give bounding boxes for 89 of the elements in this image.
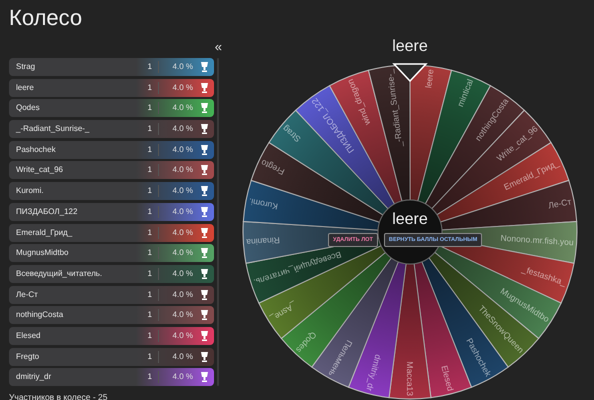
winner-name: leere bbox=[392, 37, 428, 56]
ticket-count: 1 bbox=[146, 102, 152, 114]
chance-percent: 4.0 % bbox=[172, 247, 193, 260]
ticket-count: 1 bbox=[146, 164, 152, 176]
segment-label: Elesed bbox=[439, 364, 456, 392]
participant-row[interactable]: Emerald_Грид_ 1 4.0 % bbox=[9, 224, 214, 242]
participant-row[interactable]: Qodes 1 4.0 % bbox=[9, 99, 214, 118]
participant-name: Write_cat_96 bbox=[16, 164, 64, 176]
participant-name: leere bbox=[16, 82, 35, 94]
chance-percent: 4.0 % bbox=[172, 102, 193, 114]
participant-name: Strag bbox=[16, 61, 36, 73]
participant-row[interactable]: Elesed 1 4.0 % bbox=[9, 326, 214, 345]
cup-icon[interactable] bbox=[201, 186, 208, 196]
ticket-count: 1 bbox=[146, 330, 152, 342]
chance-percent: 4.0 % bbox=[172, 82, 193, 94]
chance-percent: 4.0 % bbox=[172, 123, 193, 136]
segment-label: Ле-Ст bbox=[547, 196, 572, 211]
participant-row[interactable]: MugnusMidtbo 1 4.0 % bbox=[9, 244, 214, 262]
chance-percent: 4.0 % bbox=[172, 185, 193, 198]
center-winner-name: leere bbox=[391, 211, 429, 229]
cup-icon[interactable] bbox=[201, 268, 208, 279]
participant-name: nothingCosta bbox=[16, 309, 64, 322]
ticket-count: 1 bbox=[146, 309, 152, 322]
segment-label: Rinanina bbox=[246, 235, 280, 248]
ticket-count: 1 bbox=[146, 144, 152, 156]
chance-percent: 4.0 % bbox=[172, 144, 193, 156]
cup-icon[interactable] bbox=[201, 372, 208, 382]
cup-icon[interactable] bbox=[201, 330, 208, 341]
chance-percent: 4.0 % bbox=[172, 309, 193, 322]
ticket-count: 1 bbox=[146, 206, 152, 218]
participant-name: Emerald_Грид_ bbox=[16, 226, 74, 238]
participant-row[interactable]: leere 1 4.0 % bbox=[9, 78, 214, 97]
participant-name: Pashochek bbox=[16, 144, 57, 156]
participant-row[interactable]: Ле-Ст 1 4.0 % bbox=[9, 286, 214, 304]
ticket-count: 1 bbox=[146, 288, 152, 301]
chance-percent: 4.0 % bbox=[172, 330, 193, 342]
participant-row[interactable]: Всеведущий_читатель. 1 4.0 % bbox=[9, 264, 214, 283]
chance-percent: 4.0 % bbox=[172, 268, 193, 280]
segment-label: leere bbox=[423, 68, 436, 89]
participant-name: Fregto bbox=[16, 350, 40, 363]
cup-icon[interactable] bbox=[201, 124, 208, 134]
ticket-count: 1 bbox=[146, 82, 152, 94]
chance-percent: 4.0 % bbox=[172, 206, 193, 218]
participants-count: Участников в колесе - 25 bbox=[9, 391, 108, 400]
ticket-count: 1 bbox=[146, 185, 152, 198]
cup-icon[interactable] bbox=[201, 310, 208, 320]
ticket-count: 1 bbox=[146, 371, 152, 384]
segment-label: Масса13 bbox=[405, 361, 415, 396]
ticket-count: 1 bbox=[146, 350, 152, 363]
cup-icon[interactable] bbox=[201, 352, 208, 362]
chance-percent: 4.0 % bbox=[172, 288, 193, 301]
chance-percent: 4.0 % bbox=[172, 164, 193, 176]
cup-icon[interactable] bbox=[201, 206, 208, 217]
participant-name: Ле-Ст bbox=[16, 288, 39, 301]
page-title: Колесо bbox=[9, 5, 84, 31]
cup-icon[interactable] bbox=[201, 228, 208, 238]
cup-icon[interactable] bbox=[201, 165, 208, 176]
chance-percent: 4.0 % bbox=[172, 61, 193, 73]
segment-label: Kuromi. bbox=[248, 196, 279, 212]
participant-name: _-Radiant_Sunrise-_ bbox=[16, 123, 90, 136]
participant-row[interactable]: dmitriy_dr 1 4.0 % bbox=[9, 368, 214, 386]
chance-percent: 4.0 % bbox=[172, 226, 193, 238]
chance-percent: 4.0 % bbox=[172, 350, 193, 363]
ticket-count: 1 bbox=[146, 61, 152, 73]
ticket-count: 1 bbox=[146, 247, 152, 260]
participant-name: MugnusMidtbo bbox=[16, 247, 70, 260]
participant-row[interactable]: Pashochek 1 4.0 % bbox=[9, 140, 214, 159]
chance-percent: 4.0 % bbox=[172, 371, 193, 384]
ticket-count: 1 bbox=[146, 226, 152, 238]
participant-row[interactable]: Kuromi. 1 4.0 % bbox=[9, 182, 214, 200]
ticket-count: 1 bbox=[146, 123, 152, 136]
participant-row[interactable]: nothingCosta 1 4.0 % bbox=[9, 306, 214, 324]
participant-name: ПИЗДАБОЛ_122 bbox=[16, 206, 78, 218]
participant-name: Qodes bbox=[16, 102, 41, 114]
cup-icon[interactable] bbox=[201, 290, 208, 300]
collapse-button[interactable]: « bbox=[214, 40, 226, 54]
participant-name: dmitriy_dr bbox=[16, 371, 52, 384]
participant-row[interactable]: Fregto 1 4.0 % bbox=[9, 348, 214, 366]
cup-icon[interactable] bbox=[201, 82, 208, 93]
participant-name: Kuromi. bbox=[16, 185, 45, 198]
cup-icon[interactable] bbox=[201, 144, 208, 155]
participant-row[interactable]: ПИЗДАБОЛ_122 1 4.0 % bbox=[9, 202, 214, 221]
participant-name: Elesed bbox=[16, 330, 42, 342]
participant-row[interactable]: _-Radiant_Sunrise-_ 1 4.0 % bbox=[9, 120, 214, 138]
ticket-count: 1 bbox=[146, 268, 152, 280]
participant-row[interactable]: Write_cat_96 1 4.0 % bbox=[9, 161, 214, 180]
participant-row[interactable]: Strag 1 4.0 % bbox=[9, 58, 214, 76]
segment-label: Nonono.mr.fish.you bbox=[500, 232, 574, 248]
participant-name: Всеведущий_читатель. bbox=[16, 268, 104, 280]
